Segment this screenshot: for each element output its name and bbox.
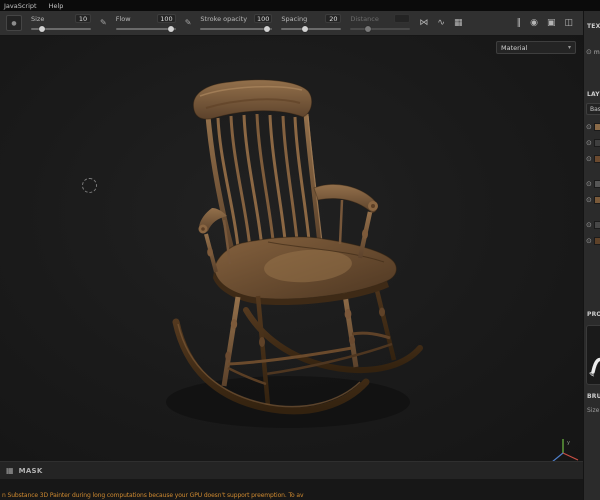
channel-filter-select[interactable]: Base color ▾ — [586, 103, 600, 115]
material-mode-label: Material — [501, 43, 528, 52]
layer-thumbnail — [593, 139, 600, 147]
spacing-label: Spacing — [281, 14, 308, 23]
brush-size-param-label: Size — [587, 407, 600, 414]
brush-toolbar: ● Size 10 ✎ Flow 100 ✎ Stroke opacity 10… — [0, 11, 583, 36]
distance-label: Distance — [350, 14, 379, 23]
layer-row[interactable]: ⊙ — [586, 219, 600, 231]
layer-row[interactable]: ⊙ — [586, 235, 600, 247]
size-label: Size — [31, 14, 45, 23]
layers-title: LAYERS — [587, 91, 600, 98]
lazy-mouse-icon[interactable]: ∿ — [437, 18, 445, 28]
size-pressure-icon[interactable]: ✎ — [100, 19, 107, 27]
brush-stroke-preview[interactable]: ✎ — [586, 325, 600, 385]
stroke-opacity-slider[interactable] — [200, 25, 273, 33]
eye-icon[interactable]: ⊙ — [586, 155, 592, 163]
eye-icon[interactable]: ⊙ — [586, 221, 592, 229]
layer-row[interactable]: ⊙ — [586, 178, 600, 190]
flow-label: Flow — [115, 14, 131, 23]
distance-slider — [350, 25, 411, 33]
record-icon[interactable]: ◉ — [530, 18, 538, 28]
checkerboard-icon: ▦ — [6, 465, 14, 475]
brush-cursor — [82, 178, 97, 193]
channel-filter-label: Base color — [590, 105, 600, 113]
right-dock-panel: TEXTURE SET LIST ⊙ material LAYERS Base … — [583, 11, 600, 500]
layer-thumbnail — [593, 155, 600, 163]
menu-javascript[interactable]: JavaScript — [4, 2, 37, 10]
menu-help[interactable]: Help — [49, 2, 64, 10]
flow-value[interactable]: 100 — [157, 14, 176, 23]
layer-thumbnail — [593, 237, 600, 245]
gpu-warning-text: n Substance 3D Painter during long compu… — [2, 492, 304, 499]
layer-thumbnail — [593, 221, 600, 229]
brush-flow-control[interactable]: Flow 100 — [115, 13, 176, 33]
layer-row[interactable]: ⊙ — [586, 121, 600, 133]
flow-slider[interactable] — [115, 25, 176, 33]
brush-alpha-preview[interactable]: ● — [6, 15, 22, 31]
menu-bar: JavaScript Help — [0, 0, 600, 11]
workspace-layout-icon[interactable]: ◫ — [564, 18, 573, 28]
spacing-control[interactable]: Spacing 20 — [281, 13, 342, 33]
mask-toggle-bar[interactable]: ▦ MASK — [0, 461, 583, 479]
layer-row[interactable]: ⊙ — [586, 194, 600, 206]
eye-icon[interactable]: ⊙ — [586, 196, 592, 204]
brush-size-control[interactable]: Size 10 — [31, 13, 91, 33]
size-value[interactable]: 10 — [75, 14, 91, 23]
spacing-value[interactable]: 20 — [325, 14, 342, 23]
texture-set-list-title: TEXTURE SET LIST — [587, 23, 600, 30]
chevron-down-icon: ▾ — [567, 44, 571, 51]
eye-icon[interactable]: ⊙ — [586, 49, 592, 56]
size-slider[interactable] — [31, 25, 91, 33]
distance-value — [394, 14, 411, 23]
brush-pen-icon[interactable]: ✎ — [589, 371, 595, 379]
eye-icon[interactable]: ⊙ — [586, 123, 592, 131]
flow-pressure-icon[interactable]: ✎ — [185, 19, 192, 27]
mask-label: MASK — [18, 466, 43, 475]
layer-thumbnail — [593, 123, 600, 131]
eye-icon[interactable]: ⊙ — [586, 180, 592, 188]
axis-gizmo[interactable]: y x z — [550, 436, 583, 461]
stroke-opacity-value[interactable]: 100 — [253, 14, 273, 23]
eye-icon[interactable]: ⊙ — [586, 139, 592, 147]
brush-alpha-icon: ● — [11, 19, 17, 27]
axis-y-label: y — [567, 440, 570, 446]
material-mode-select[interactable]: Material ▾ — [496, 41, 576, 54]
layer-thumbnail — [593, 180, 600, 188]
substance-painter-window: JavaScript Help ● Size 10 ✎ Flow 100 ✎ S… — [0, 0, 600, 500]
viewport-3d[interactable]: Material ▾ y x z — [0, 36, 583, 461]
display-settings-icon[interactable]: ▣ — [547, 18, 556, 28]
rocking-chair-3d-model — [166, 79, 423, 428]
layer-row[interactable]: ⊙ — [586, 137, 600, 149]
spacing-slider[interactable] — [281, 25, 342, 33]
properties-title: PROPERTIES — [587, 311, 600, 318]
grid-snap-icon[interactable]: ▦ — [454, 18, 463, 28]
status-bar: n Substance 3D Painter during long compu… — [0, 479, 583, 500]
texture-set-item[interactable]: ⊙ material — [586, 49, 600, 57]
stroke-opacity-control[interactable]: Stroke opacity 100 — [200, 13, 273, 33]
layer-thumbnail — [593, 196, 600, 204]
brush-section-title: BRUSH — [587, 393, 600, 400]
distance-control: Distance — [350, 13, 411, 33]
layer-row[interactable]: ⊙ — [586, 153, 600, 165]
symmetry-icon[interactable]: ⋈ — [419, 18, 428, 28]
stroke-opacity-label: Stroke opacity — [200, 14, 248, 23]
eye-icon[interactable]: ⊙ — [586, 237, 592, 245]
texture-set-name: material — [593, 49, 600, 56]
pause-icon[interactable]: ‖ — [517, 18, 522, 28]
layer-list: ⊙ ⊙ ⊙ ⊙ ⊙ ⊙ ⊙ — [584, 117, 600, 247]
